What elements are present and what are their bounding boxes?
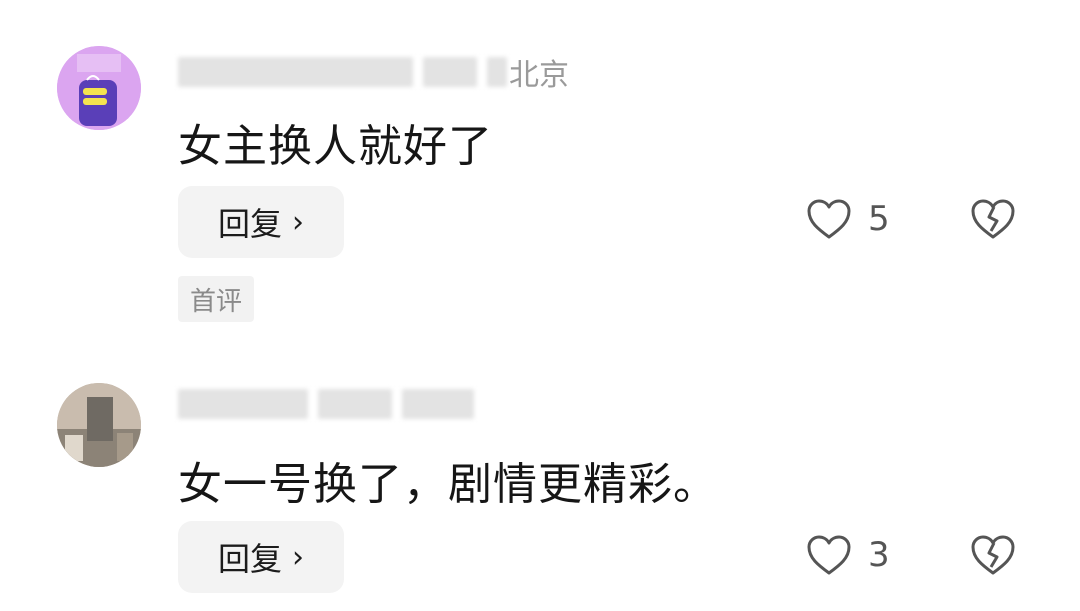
reply-button[interactable]: 回复 › bbox=[178, 186, 344, 258]
reply-label: 回复 bbox=[217, 205, 282, 243]
username-redacted-2 bbox=[318, 389, 392, 419]
location-redacted bbox=[487, 57, 507, 87]
first-comment-badge: 首评 bbox=[178, 276, 255, 322]
heart-outline-icon bbox=[807, 199, 851, 239]
comment-text: 女主换人就好了 bbox=[178, 121, 493, 172]
username[interactable] bbox=[178, 386, 474, 422]
avatar[interactable] bbox=[57, 383, 141, 467]
username-redacted bbox=[178, 389, 308, 419]
chevron-right-icon: › bbox=[292, 204, 304, 240]
dislike-button[interactable] bbox=[970, 198, 1016, 244]
dislike-button[interactable] bbox=[970, 534, 1016, 580]
username-redacted bbox=[178, 57, 413, 87]
location-label: 北京 bbox=[509, 58, 569, 93]
broken-heart-icon bbox=[971, 535, 1015, 575]
avatar[interactable] bbox=[57, 46, 141, 130]
like-button[interactable]: 5 bbox=[806, 198, 890, 240]
location-redacted bbox=[402, 389, 474, 419]
reply-label: 回复 bbox=[217, 540, 282, 578]
comment-text: 女一号换了，剧情更精彩。 bbox=[178, 459, 718, 510]
avatar-image bbox=[57, 46, 141, 130]
broken-heart-icon bbox=[971, 199, 1015, 239]
like-count: 3 bbox=[868, 535, 890, 575]
username[interactable]: 北京 bbox=[178, 54, 569, 93]
chevron-right-icon: › bbox=[292, 539, 304, 575]
like-button[interactable]: 3 bbox=[806, 534, 890, 576]
username-redacted-2 bbox=[423, 57, 477, 87]
heart-outline-icon bbox=[807, 535, 851, 575]
like-count: 5 bbox=[868, 199, 890, 239]
reply-button[interactable]: 回复 › bbox=[178, 521, 344, 593]
avatar-image bbox=[57, 383, 141, 467]
